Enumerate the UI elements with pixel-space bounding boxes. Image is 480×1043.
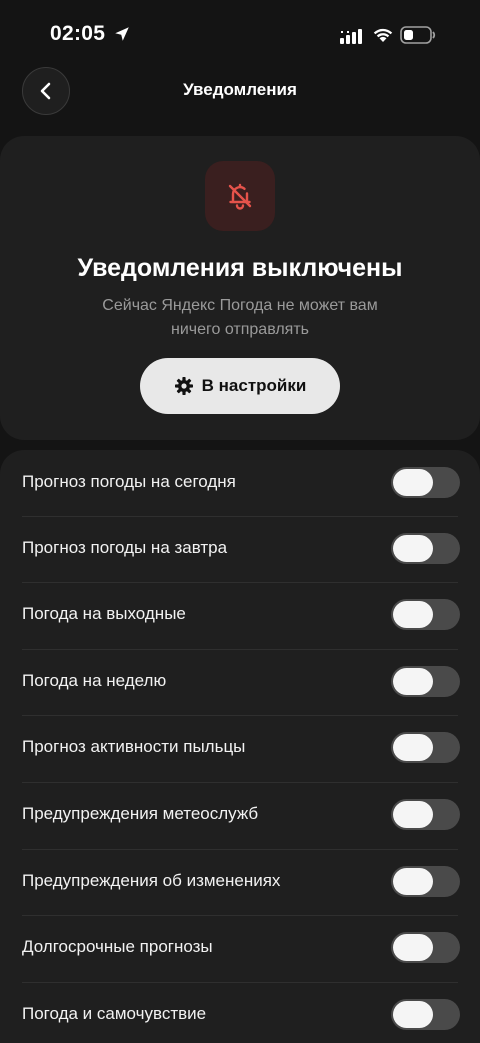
toggle-knob (393, 734, 433, 761)
row-divider (22, 915, 458, 916)
row-divider (22, 516, 458, 517)
gear-icon (174, 377, 193, 395)
row-divider (22, 582, 458, 583)
location-arrow-icon (115, 27, 129, 41)
toggle-switch[interactable] (391, 999, 460, 1030)
row-divider (22, 649, 458, 650)
toggle-row-weekend[interactable]: Погода на выходные (0, 582, 480, 648)
toggle-switch[interactable] (391, 533, 460, 564)
row-divider (22, 782, 458, 783)
wifi-icon (373, 28, 393, 42)
toggle-switch[interactable] (391, 866, 460, 897)
toggle-row-today[interactable]: Прогноз погоды на сегодня (0, 450, 480, 516)
toggle-label: Предупреждения метеослужб (22, 804, 259, 823)
toggle-row-long-term[interactable]: Долгосрочные прогнозы (0, 915, 480, 981)
toggle-row-change-warnings[interactable]: Предупреждения об изменениях (0, 849, 480, 915)
toggle-label: Долгосрочные прогнозы (22, 937, 213, 956)
toggle-row-week[interactable]: Погода на неделю (0, 649, 480, 715)
battery-icon (400, 26, 436, 44)
cellular-signal-icon (340, 29, 362, 44)
toggle-switch[interactable] (391, 732, 460, 763)
toggle-knob (393, 801, 433, 828)
notification-settings-list: Прогноз погоды на сегодня Прогноз погоды… (0, 450, 480, 1043)
row-divider (22, 849, 458, 850)
toggle-knob (393, 868, 433, 895)
alert-subtitle: Сейчас Яндекс Погода не может вам ничего… (102, 297, 378, 338)
toggle-label: Прогноз погоды на сегодня (22, 472, 236, 491)
row-divider (22, 982, 458, 983)
toggle-row-pollen[interactable]: Прогноз активности пыльцы (0, 715, 480, 781)
toggle-label: Предупреждения об изменениях (22, 871, 281, 890)
toggle-label: Погода на неделю (22, 671, 167, 690)
bell-icon-container (205, 161, 275, 231)
toggle-knob (393, 601, 433, 628)
toggle-knob (393, 934, 433, 961)
toggle-label: Погода и самочувствие (22, 1004, 207, 1023)
toggle-label: Прогноз активности пыльцы (22, 737, 246, 756)
alert-title: Уведомления выключены (77, 254, 403, 282)
toggle-label: Прогноз погоды на завтра (22, 538, 228, 557)
status-bar: 02:05 (0, 0, 480, 70)
open-settings-label: В настройки (201, 376, 307, 395)
toggle-knob (393, 535, 433, 562)
toggle-switch[interactable] (391, 599, 460, 630)
page-title: Уведомления (183, 80, 297, 99)
toggle-switch[interactable] (391, 467, 460, 498)
open-settings-button[interactable]: В настройки (140, 358, 340, 414)
toggle-switch[interactable] (391, 799, 460, 830)
bell-off-icon (228, 183, 252, 210)
toggle-knob (393, 668, 433, 695)
toggle-row-wellbeing[interactable]: Погода и самочувствие (0, 982, 480, 1043)
notifications-disabled-card: Уведомления выключены Сейчас Яндекс Пого… (0, 136, 480, 440)
toggle-switch[interactable] (391, 932, 460, 963)
row-divider (22, 715, 458, 716)
toggle-row-weather-warnings[interactable]: Предупреждения метеослужб (0, 782, 480, 848)
toggle-switch[interactable] (391, 666, 460, 697)
notifications-screen: 02:05 Уведомления Уведомления выключены … (0, 0, 480, 1043)
status-time: 02:05 (50, 22, 106, 45)
toggle-knob (393, 469, 433, 496)
toggle-label: Погода на выходные (22, 604, 186, 623)
toggle-knob (393, 1001, 433, 1028)
toggle-row-tomorrow[interactable]: Прогноз погоды на завтра (0, 516, 480, 582)
